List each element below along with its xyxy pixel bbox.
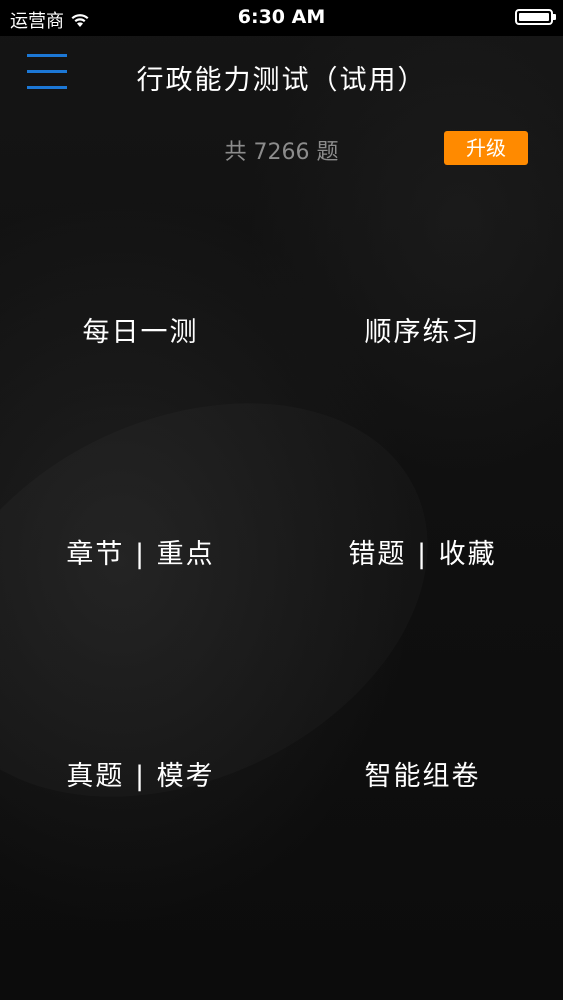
page-title: 行政能力测试（试用） xyxy=(136,65,427,96)
battery-fill xyxy=(519,13,549,21)
navigation-bar: 行政能力测试（试用） xyxy=(0,36,563,112)
menu-item-chapter-focus[interactable]: 章节 | 重点 xyxy=(0,520,281,590)
status-bar: 运营商 6:30 AM xyxy=(0,0,563,36)
status-time: 6:30 AM xyxy=(237,6,326,28)
menu-item-daily-test[interactable]: 每日一测 xyxy=(0,298,281,368)
upgrade-button[interactable]: 升级 xyxy=(444,131,528,165)
menu-item-smart-paper[interactable]: 智能组卷 xyxy=(282,742,563,812)
menu-item-real-exams-mock[interactable]: 真题 | 模考 xyxy=(0,742,281,812)
battery-nub xyxy=(553,14,556,20)
menu-item-mistakes-favorites[interactable]: 错题 | 收藏 xyxy=(282,520,563,590)
battery-icon xyxy=(515,9,556,25)
menu-item-sequential-practice[interactable]: 顺序练习 xyxy=(282,298,563,368)
